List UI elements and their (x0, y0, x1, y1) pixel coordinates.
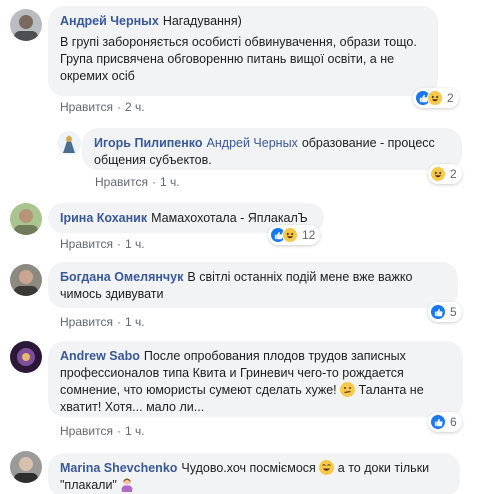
comment-time[interactable]: 1 ч. (160, 175, 180, 189)
comment-actions: Нравится · 1 ч. (60, 237, 145, 251)
like-reaction-icon (430, 414, 446, 430)
haha-reaction-icon (282, 227, 298, 243)
laughing-emoji-icon (319, 460, 335, 475)
like-link[interactable]: Нравится (60, 100, 113, 114)
like-link[interactable]: Нравится (60, 315, 113, 329)
like-link[interactable]: Нравится (60, 237, 113, 251)
comment-actions: Нравится · 2 ч. (60, 100, 145, 114)
reactions-summary[interactable]: 2 (413, 88, 459, 108)
comment-author[interactable]: Игорь Пилипенко (94, 136, 203, 150)
avatar[interactable] (10, 451, 42, 483)
reply-mention[interactable]: Андрей Черных (207, 136, 298, 150)
reactions-summary[interactable]: 5 (428, 302, 462, 322)
haha-reaction-icon (430, 166, 446, 182)
comment-author[interactable]: Богдана Омелянчук (60, 270, 183, 284)
comment-bubble: Marina Shevchenko Чудово.хоч посміємося а… (48, 453, 460, 494)
avatar[interactable] (10, 9, 42, 41)
comment-text: Мамахохотала - ЯплакалЪ (151, 211, 308, 225)
comment-author[interactable]: Andrew Sabo (60, 349, 140, 363)
reaction-count: 12 (302, 228, 316, 242)
comment-bubble: Andrew Sabo После опробования плодов труд… (48, 341, 463, 417)
reaction-count: 5 (450, 305, 457, 319)
comment-text: Чудово.хоч посміємося (181, 461, 316, 475)
avatar[interactable] (10, 264, 42, 296)
reactions-summary[interactable]: 12 (268, 225, 321, 245)
reactions-summary[interactable]: 6 (428, 412, 462, 432)
like-link[interactable]: Нравится (95, 175, 148, 189)
comment-actions: Нравится · 1 ч. (60, 315, 145, 329)
comment-text-2: В групі забороняється особисті обвинувач… (60, 35, 417, 83)
reaction-count: 2 (447, 91, 454, 105)
woman-shrugging-icon (120, 477, 134, 492)
haha-reaction-icon (427, 90, 443, 106)
confused-emoji-icon (340, 382, 356, 397)
comment-time[interactable]: 2 ч. (125, 100, 145, 114)
comment-actions: Нравится · 1 ч. (95, 175, 180, 189)
comment-bubble: Игорь Пилипенко Андрей Черных образование … (82, 128, 462, 170)
comment-text-1: Нагадування) (162, 14, 242, 28)
like-link[interactable]: Нравится (60, 424, 113, 438)
comment-author[interactable]: Marina Shevchenko (60, 461, 177, 475)
comment-bubble: Богдана Омелянчук В світлі останніх подій… (48, 262, 458, 308)
comment-bubble: Андрей Черных Нагадування) В групі заборо… (48, 6, 438, 96)
comment-author[interactable]: Андрей Черных (60, 14, 159, 28)
comment-time[interactable]: 1 ч. (125, 315, 145, 329)
avatar[interactable] (10, 203, 42, 235)
comment-time[interactable]: 1 ч. (125, 237, 145, 251)
reaction-count: 2 (450, 167, 457, 181)
comment-author[interactable]: Ірина Коханик (60, 211, 147, 225)
avatar[interactable] (57, 131, 81, 155)
comment-actions: Нравится · 1 ч. (60, 424, 145, 438)
comment-time[interactable]: 1 ч. (125, 424, 145, 438)
avatar[interactable] (10, 341, 42, 373)
reaction-count: 6 (450, 415, 457, 429)
reactions-summary[interactable]: 2 (428, 164, 462, 184)
like-reaction-icon (430, 304, 446, 320)
